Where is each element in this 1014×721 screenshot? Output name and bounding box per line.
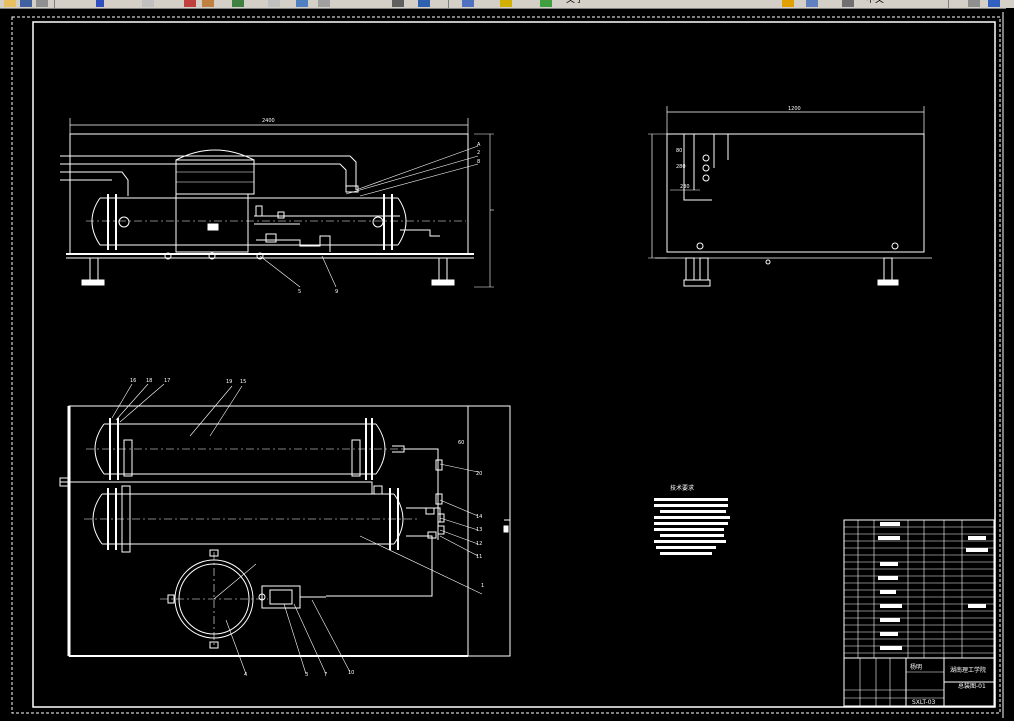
- plan-balloon-15: 15: [240, 379, 246, 385]
- title-block-cell-mark: [880, 590, 896, 594]
- plan-balloon-7: 7: [324, 672, 327, 678]
- plan-balloon-12: 12: [476, 541, 482, 547]
- side-dim-2: 280: [676, 164, 686, 170]
- tech-notes-line: [660, 552, 712, 555]
- front-balloon-9: 9: [335, 289, 338, 295]
- tech-notes-line: [654, 504, 728, 507]
- tech-notes-line: [654, 528, 724, 531]
- title-block-rows: [844, 526, 994, 654]
- viewport-right-strip: [1006, 8, 1014, 721]
- tech-notes-line: [654, 498, 728, 501]
- title-block-cell-mark: [880, 618, 900, 622]
- style-icon[interactable]: [782, 0, 794, 7]
- title-block-cell-mark: [880, 562, 898, 566]
- title-block-cell-mark: [966, 548, 988, 552]
- image-icon[interactable]: [296, 0, 308, 7]
- style2-icon[interactable]: [806, 0, 818, 7]
- title-block-cell-mark: [880, 632, 898, 636]
- zoom-window-icon[interactable]: [202, 0, 214, 7]
- front-dim-top: 2400: [262, 118, 275, 124]
- tech-notes-line: [656, 546, 716, 549]
- plan-balloon-4: 4: [244, 672, 247, 678]
- plan-balloon-16: 16: [130, 378, 136, 384]
- plan-balloon-18: 18: [146, 378, 152, 384]
- plan-balloon-17: 17: [164, 378, 170, 384]
- text-style-label[interactable]: 文字: [566, 0, 584, 5]
- title-block-cell-mark: [880, 604, 902, 608]
- title-block-cell-mark: [968, 604, 986, 608]
- title-block-cell-mark: [880, 522, 900, 526]
- toolbar-separator: [54, 0, 55, 8]
- toolbar-separator: [948, 0, 949, 8]
- calc-icon[interactable]: [392, 0, 404, 7]
- plan-balloon-3: 3: [305, 672, 308, 678]
- color-icon[interactable]: [500, 0, 512, 7]
- side-dim-1: 80: [676, 148, 682, 154]
- plan-balloon-10: 10: [348, 670, 354, 676]
- linetype-icon[interactable]: [540, 0, 552, 7]
- plan-balloon-14: 14: [476, 514, 482, 520]
- front-view: [60, 118, 494, 288]
- plan-view: [59, 383, 511, 675]
- open-icon[interactable]: [4, 0, 16, 7]
- print-icon[interactable]: [36, 0, 48, 7]
- dropdown-icon[interactable]: [96, 0, 104, 7]
- title-drawing-no: 总装图-01: [958, 682, 986, 690]
- layer-icon[interactable]: [462, 0, 474, 7]
- toolbar-separator: [448, 0, 449, 8]
- text-icon[interactable]: [268, 0, 280, 7]
- plan-balloon-13: 13: [476, 527, 482, 533]
- tech-notes-heading: 技术要求: [670, 484, 694, 492]
- tech-notes-lines: [654, 498, 730, 555]
- title-project: SXLT-03: [912, 699, 936, 706]
- title-school: 湖南理工学院: [950, 666, 986, 674]
- tech-notes-line: [654, 522, 728, 525]
- help-icon[interactable]: [988, 0, 1000, 7]
- title-block-cell-mark: [878, 576, 898, 580]
- drawing-canvas[interactable]: 2400 A 2 8 5 9 1200 80 280 230 16 18 17 …: [0, 8, 1014, 721]
- sheet-outer-border: [11, 16, 1001, 714]
- side-dim-3: 230: [680, 184, 690, 190]
- tech-notes-line: [660, 510, 726, 513]
- save-icon[interactable]: [20, 0, 32, 7]
- plan-side-dim: 60: [458, 440, 464, 446]
- zoom-icon[interactable]: [184, 0, 196, 7]
- pan-icon[interactable]: [142, 0, 154, 7]
- plan-balloon-19: 19: [226, 379, 232, 385]
- plan-balloon-11: 11: [476, 554, 482, 560]
- title-block-cell-mark: [968, 536, 986, 540]
- side-dim-top: 1200: [788, 106, 801, 112]
- layer-combo-label[interactable]: 中文: [866, 0, 884, 5]
- title-block-cell-mark: [878, 536, 900, 540]
- tech-notes-line: [654, 540, 726, 543]
- grid-icon[interactable]: [318, 0, 330, 7]
- front-balloon-5: 5: [298, 289, 301, 295]
- side-view: [648, 106, 932, 287]
- plan-balloon-20: 20: [476, 471, 482, 477]
- tech-notes-line: [654, 516, 730, 519]
- tech-notes-line: [660, 534, 724, 537]
- title-block-cell-mark: [880, 646, 902, 650]
- properties-icon[interactable]: [418, 0, 430, 7]
- plot-icon[interactable]: [968, 0, 980, 7]
- plan-balloon-1: 1: [481, 583, 484, 589]
- front-balloon-8: 8: [477, 159, 480, 165]
- front-balloon-2: 2: [477, 150, 480, 156]
- title-designer: 杨明: [910, 663, 922, 671]
- front-balloon-a: A: [477, 142, 481, 148]
- lineweight-icon[interactable]: [842, 0, 854, 7]
- measure-icon[interactable]: [232, 0, 244, 7]
